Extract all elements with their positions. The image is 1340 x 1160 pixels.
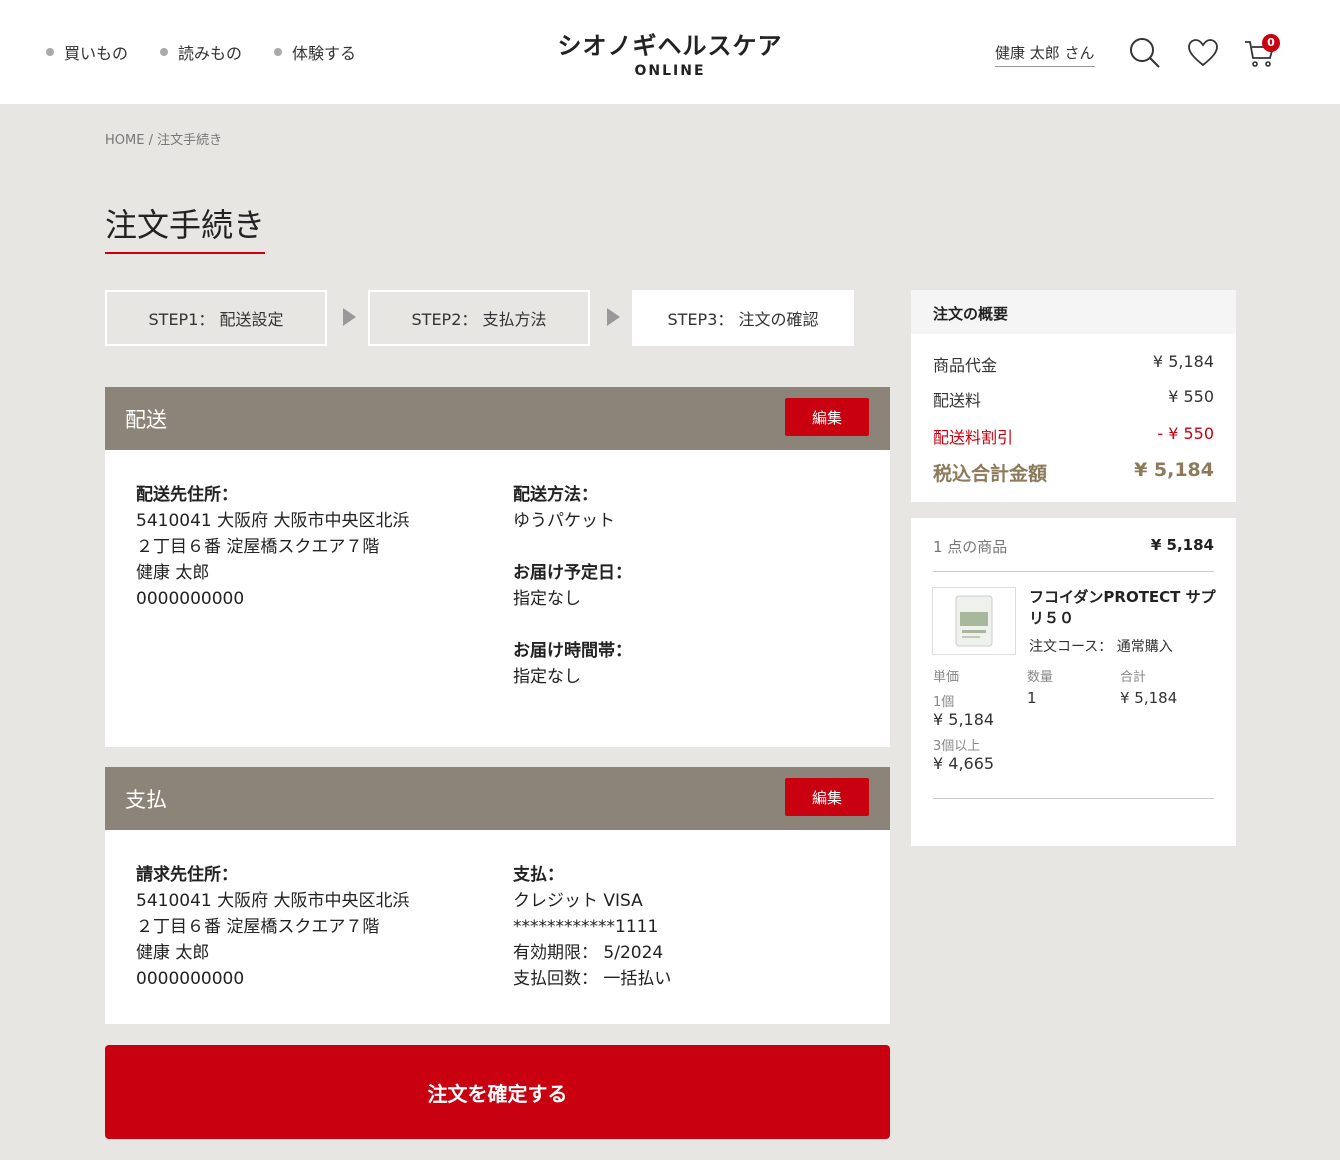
subtotal-value: ¥ 5,184 (1152, 352, 1214, 371)
card-expiry: 有効期限： 5/2024 (513, 943, 664, 963)
payment-edit-button[interactable]: 編集 (785, 778, 869, 816)
order-summary-panel: 注文の概要 商品代金 ¥ 5,184 配送料 ¥ 550 配送料割引 - ¥ 5… (911, 290, 1236, 502)
shipping-edit-button[interactable]: 編集 (785, 398, 869, 436)
billing-address-line: ２丁目６番 淀屋橋スクエア７階 (136, 917, 380, 937)
billing-address-label: 請求先住所： (136, 865, 238, 885)
subtotal-label: 商品代金 (933, 356, 998, 375)
payment-section-body: 請求先住所： 5410041 大阪府 大阪市中央区北浜 ２丁目６番 淀屋橋スクエ… (105, 830, 890, 1024)
unit-tier-label: 1個 (933, 695, 955, 710)
unit-price-header: 単価 (933, 670, 960, 685)
delivery-time-value: 指定なし (513, 667, 581, 687)
shipping-address-block: 配送先住所： 5410041 大阪府 大阪市中央区北浜 ２丁目６番 淀屋橋スクエ… (136, 482, 410, 612)
user-account-link[interactable]: 健康 太郎 さん (995, 42, 1095, 67)
shipping-address-label: 配送先住所： (136, 485, 238, 505)
shipping-fee-label: 配送料 (933, 391, 982, 410)
shipping-method-label: 配送方法： (513, 485, 598, 505)
breadcrumb[interactable]: HOME / 注文手続き (105, 129, 222, 148)
payment-installments: 支払回数： 一括払い (513, 969, 672, 989)
confirm-order-button[interactable]: 注文を確定する (105, 1045, 890, 1139)
step-arrow-icon (607, 308, 620, 326)
total-label: 税込合計金額 (933, 463, 1048, 485)
heart-icon[interactable] (1186, 36, 1220, 70)
subtotal-row: 商品代金 ¥ 5,184 (933, 352, 1214, 376)
shipping-address-line: 5410041 大阪府 大阪市中央区北浜 (136, 511, 410, 531)
unit-tier-price: ¥ 5,184 (933, 710, 995, 729)
payment-method-block: 支払： クレジット VISA ************1111 有効期限： 5/… (513, 862, 671, 992)
unit-tier-price: ¥ 4,665 (933, 754, 995, 773)
billing-address-line: 5410041 大阪府 大阪市中央区北浜 (136, 891, 410, 911)
shipping-method-block: 配送方法： ゆうパケット お届け予定日： 指定なし お届け時間帯： 指定なし (513, 482, 632, 690)
order-course: 注文コース： 通常購入 (1029, 639, 1173, 655)
order-summary-title: 注文の概要 (911, 290, 1236, 334)
step-2: STEP2： 支払方法 (368, 290, 590, 346)
shipping-discount-value: - ¥ 550 (1157, 424, 1214, 443)
shipping-fee-value: ¥ 550 (1168, 387, 1214, 406)
items-header: 1 点の商品 ¥ 5,184 (933, 536, 1214, 572)
total-row: 税込合計金額 ¥ 5,184 (933, 459, 1214, 486)
unit-price-column: 単価 1個 ¥ 5,184 3個以上 ¥ 4,665 (933, 666, 994, 773)
shipping-section-body: 配送先住所： 5410041 大阪府 大阪市中央区北浜 ２丁目６番 淀屋橋スクエ… (105, 450, 890, 747)
page-title: 注文手続き (105, 200, 266, 254)
shipping-discount-label: 配送料割引 (933, 428, 1014, 447)
unit-tier-label: 3個以上 (933, 739, 981, 754)
item-count: 1 点の商品 (933, 538, 1008, 556)
shipping-discount-row: 配送料割引 - ¥ 550 (933, 424, 1214, 448)
line-total-column: 合計 ¥ 5,184 (1120, 666, 1177, 707)
card-number: ************1111 (513, 917, 659, 937)
quantity-header: 数量 (1027, 670, 1054, 685)
shipping-recipient-name: 健康 太郎 (136, 563, 210, 583)
delivery-date-value: 指定なし (513, 589, 581, 609)
product-package-image (955, 595, 993, 647)
product-name[interactable]: フコイダンPROTECT サプリ５０ (1029, 587, 1219, 629)
billing-address-block: 請求先住所： 5410041 大阪府 大阪市中央区北浜 ２丁目６番 淀屋橋スクエ… (136, 862, 410, 992)
shipping-address-line: ２丁目６番 淀屋橋スクエア７階 (136, 537, 380, 557)
billing-phone: 0000000000 (136, 969, 245, 989)
shipping-method-value: ゆうパケット (513, 511, 615, 531)
product-thumbnail[interactable] (932, 587, 1016, 655)
cart-count-badge: 0 (1262, 34, 1280, 52)
shipping-phone: 0000000000 (136, 589, 245, 609)
payment-section-header: 支払 編集 (105, 767, 890, 830)
billing-name: 健康 太郎 (136, 943, 210, 963)
shipping-section-header: 配送 編集 (105, 387, 890, 450)
site-header: 買いもの 読みもの 体験する シオノギヘルスケア ONLINE 健康 太郎 さん… (0, 0, 1340, 104)
step-arrow-icon (343, 308, 356, 326)
quantity-column: 数量 1 (1027, 666, 1053, 707)
payment-section-title: 支払 (125, 787, 167, 812)
card-type: クレジット VISA (513, 891, 643, 911)
delivery-date-label: お届け予定日： (513, 563, 632, 583)
divider (933, 798, 1214, 799)
search-icon[interactable] (1128, 36, 1162, 70)
step-3: STEP3： 注文の確認 (632, 290, 854, 346)
quantity-value: 1 (1027, 689, 1037, 707)
payment-label: 支払： (513, 865, 564, 885)
step-1: STEP1： 配送設定 (105, 290, 327, 346)
delivery-time-label: お届け時間帯： (513, 641, 632, 661)
items-sum: ¥ 5,184 (1150, 536, 1214, 554)
total-value: ¥ 5,184 (1134, 459, 1214, 481)
shipping-fee-row: 配送料 ¥ 550 (933, 387, 1214, 411)
order-items-panel: 1 点の商品 ¥ 5,184 フコイダンPROTECT サプリ５０ 注文コース：… (911, 518, 1236, 846)
shipping-section-title: 配送 (125, 407, 167, 432)
line-total-value: ¥ 5,184 (1120, 689, 1178, 707)
line-total-header: 合計 (1120, 670, 1147, 685)
